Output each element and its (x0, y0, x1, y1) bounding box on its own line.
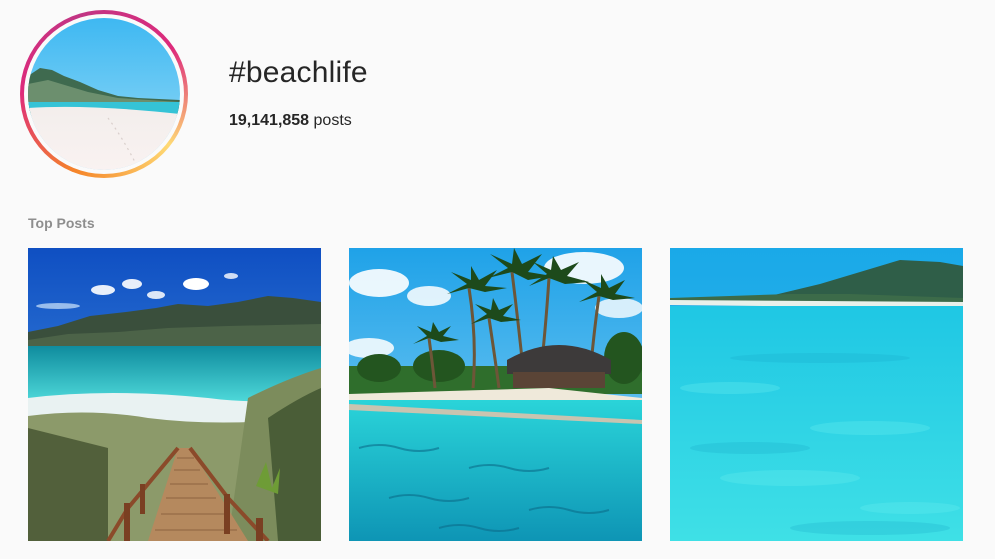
avatar-inner-border (24, 14, 184, 174)
post-count: 19,141,858 posts (229, 112, 352, 130)
hashtag-title: #beachlife (229, 56, 368, 89)
post-2-image (349, 248, 642, 541)
post-3-image (670, 248, 963, 541)
hashtag-avatar (20, 10, 188, 178)
post-count-number: 19,141,858 (229, 112, 310, 129)
top-post-3[interactable] (670, 248, 963, 541)
top-post-2[interactable] (349, 248, 642, 541)
post-count-label: posts (309, 112, 352, 129)
avatar-image (28, 18, 180, 170)
top-posts-heading: Top Posts (28, 215, 95, 231)
post-1-image (28, 248, 321, 541)
top-post-1[interactable] (28, 248, 321, 541)
